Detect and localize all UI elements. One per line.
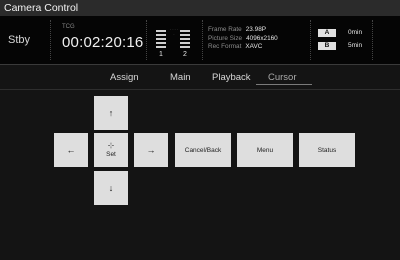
- cursor-left-button[interactable]: ←: [54, 133, 88, 167]
- picture-size-label: Picture Size: [208, 34, 243, 42]
- picture-size-value: 4096x2160: [246, 34, 278, 42]
- media-remaining: A 0min B 5min: [318, 26, 378, 56]
- camera-status-bar: Stby TCG 00:02:20:16 · · · · · 1 2 Frame…: [0, 16, 400, 65]
- media-slot-a-remaining: 0min: [348, 29, 363, 36]
- tab-assign[interactable]: Assign: [110, 72, 139, 83]
- divider: [310, 20, 312, 60]
- rec-format-label: Rec Format: [208, 43, 242, 50]
- cursor-right-button[interactable]: →: [134, 133, 168, 167]
- rec-format-value: XAVC: [245, 43, 263, 50]
- frame-rate-value: 23.98P: [245, 26, 267, 33]
- title-bar: Camera Control: [0, 0, 400, 16]
- format-info: Frame Rate 23.98P Picture Size 4096x2160 R…: [208, 26, 278, 52]
- tab-playback[interactable]: Playback: [212, 72, 251, 83]
- crosshair-icon: ⊹: [107, 141, 115, 150]
- menu-label: Menu: [256, 146, 274, 154]
- audio-meter-ch1: [156, 30, 166, 48]
- divider: [372, 20, 374, 60]
- timecode-display: 00:02:20:16: [62, 34, 144, 51]
- cursor-up-button[interactable]: ↑: [94, 96, 128, 130]
- menu-button[interactable]: Menu: [237, 133, 293, 167]
- audio-channel-label: 2: [183, 51, 187, 58]
- media-slot-a: A 0min: [318, 29, 378, 39]
- tab-bar: Assign Main Playback Cursor: [0, 64, 400, 90]
- audio-meter-ch2: [180, 30, 190, 48]
- set-button-label: Set: [106, 151, 116, 158]
- divider: [202, 20, 204, 60]
- window-title: Camera Control: [4, 2, 79, 14]
- arrow-down-icon: ↓: [108, 182, 114, 193]
- media-slot-b: B 5min: [318, 42, 378, 52]
- arrow-left-icon: ←: [66, 144, 76, 155]
- cursor-down-button[interactable]: ↓: [94, 171, 128, 205]
- audio-channel-label: 1: [159, 51, 163, 58]
- record-mode-status: Stby: [8, 34, 31, 46]
- media-slot-a-icon: A: [318, 29, 336, 37]
- divider: [146, 20, 148, 60]
- timecode-label: TCG: [62, 24, 75, 30]
- media-slot-b-remaining: 5min: [348, 42, 363, 49]
- tab-cursor[interactable]: Cursor: [268, 72, 297, 83]
- arrow-right-icon: →: [146, 144, 156, 155]
- audio-level-meters: · · · · · 1 2: [152, 24, 196, 64]
- status-label: Status: [317, 146, 337, 154]
- set-button[interactable]: ⊹ Set: [94, 133, 128, 167]
- divider: [0, 89, 400, 90]
- status-button[interactable]: Status: [299, 133, 355, 167]
- audio-meter-scale: · · · · ·: [170, 28, 178, 37]
- frame-rate-label: Frame Rate: [208, 26, 242, 33]
- divider: [50, 20, 52, 60]
- cancel-back-button[interactable]: Cancel/Back: [175, 133, 231, 167]
- media-slot-b-icon: B: [318, 42, 336, 50]
- tab-main[interactable]: Main: [170, 72, 191, 83]
- cancel-back-label: Cancel/Back: [184, 146, 222, 154]
- arrow-up-icon: ↑: [108, 107, 114, 118]
- active-tab-indicator: [256, 84, 312, 85]
